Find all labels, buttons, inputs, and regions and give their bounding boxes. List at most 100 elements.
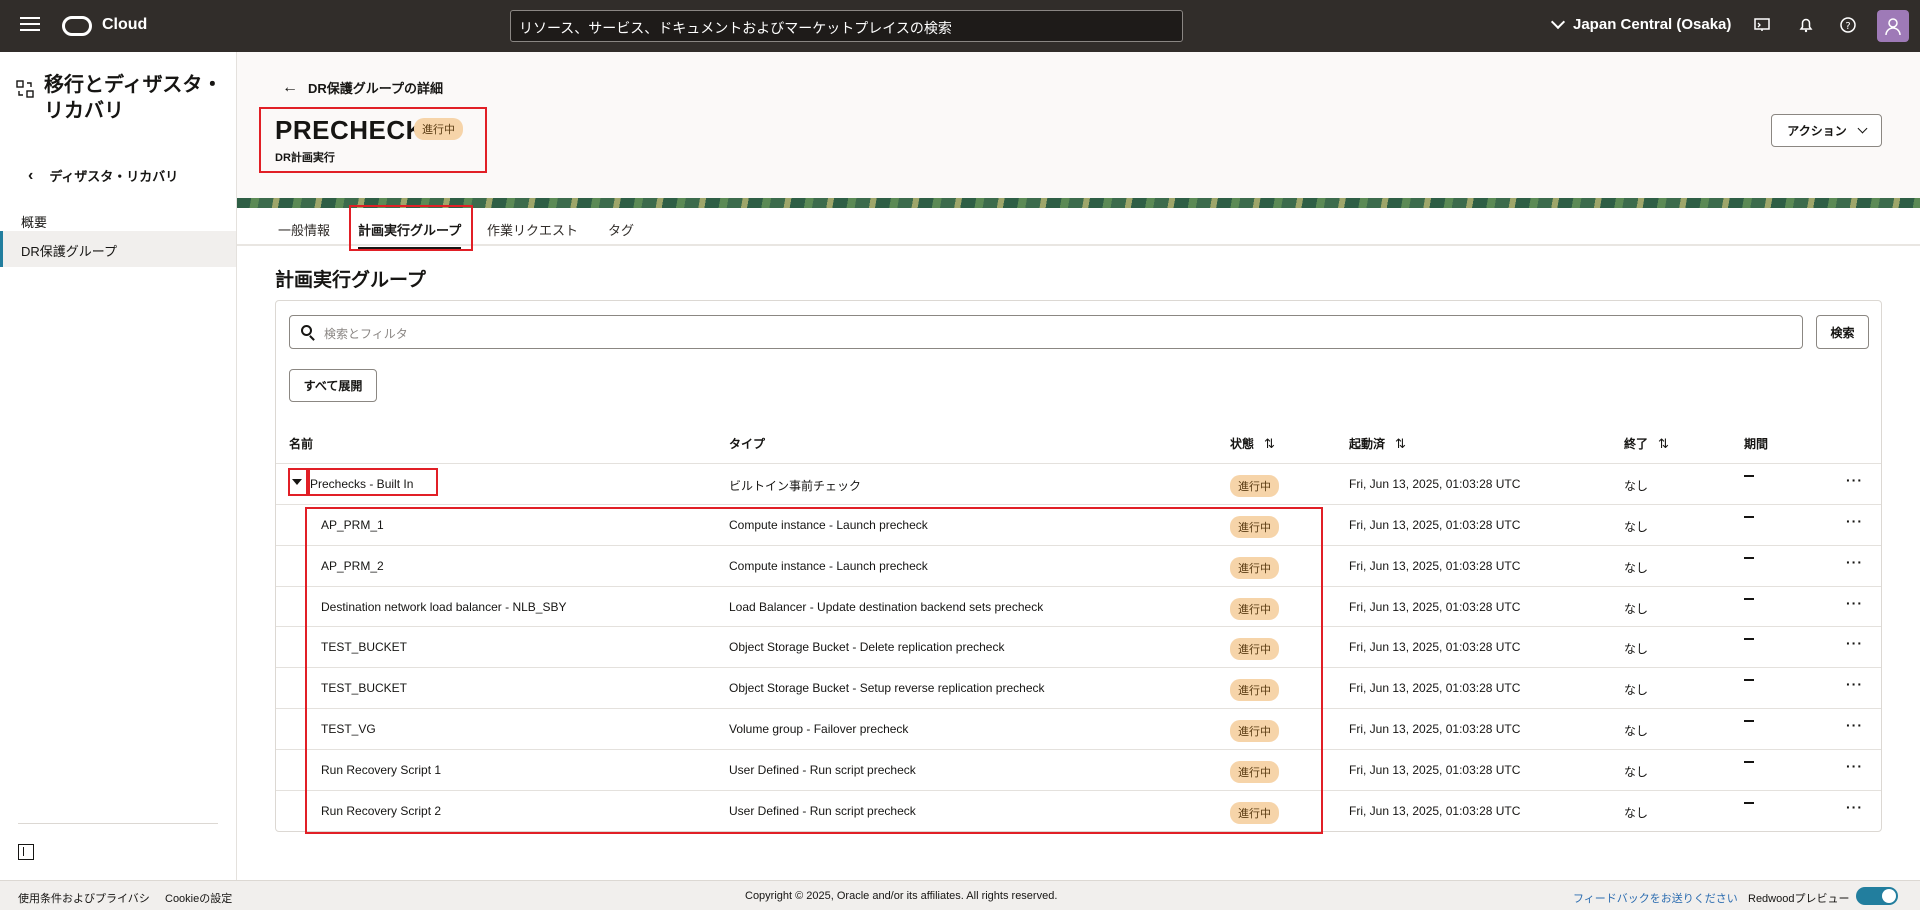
cell-type: ビルトイン事前チェック [729, 479, 862, 493]
avatar[interactable] [1877, 10, 1909, 42]
cell-duration-dash [1744, 802, 1754, 804]
cell-duration-dash [1744, 679, 1754, 681]
breadcrumb-label: DR保護グループの詳細 [308, 81, 443, 96]
more-options-icon[interactable]: ··· [1846, 799, 1863, 815]
cell-started: Fri, Jun 13, 2025, 01:03:28 UTC [1349, 600, 1521, 614]
cell-started: Fri, Jun 13, 2025, 01:03:28 UTC [1349, 640, 1521, 654]
chevron-down-icon [1550, 14, 1566, 29]
cell-ended: なし [1624, 806, 1649, 820]
highlight-box-tab [349, 205, 473, 251]
redwood-preview-toggle[interactable] [1856, 887, 1898, 905]
cell-ended: なし [1624, 520, 1649, 534]
oracle-logo-icon[interactable] [62, 16, 92, 36]
cell-ended: なし [1624, 602, 1649, 616]
table-row-group[interactable]: Prechecks - Built In ビルトイン事前チェック 進行中 Fri… [276, 463, 1881, 504]
arrow-left-icon: ← [282, 78, 298, 96]
column-header-name: 名前 [289, 437, 314, 451]
region-selector[interactable]: Japan Central (Osaka) [1550, 14, 1732, 33]
cell-ended: なし [1624, 683, 1649, 697]
svg-text:?: ? [1845, 21, 1850, 32]
region-label: Japan Central (Osaka) [1573, 16, 1732, 33]
cloud-shell-icon[interactable] [1752, 16, 1772, 36]
filter-input[interactable]: 検索とフィルタ [289, 315, 1803, 349]
cell-ended: なし [1624, 561, 1649, 575]
cell-ended: なし [1624, 642, 1649, 656]
highlight-box-title [259, 107, 487, 173]
cell-started: Fri, Jun 13, 2025, 01:03:28 UTC [1349, 804, 1521, 818]
cell-started: Fri, Jun 13, 2025, 01:03:28 UTC [1349, 681, 1521, 695]
cell-started: Fri, Jun 13, 2025, 01:03:28 UTC [1349, 722, 1521, 736]
cell-ended: なし [1624, 765, 1649, 779]
cell-duration-dash [1744, 720, 1754, 722]
cell-ended: なし [1624, 724, 1649, 738]
tab-bar: 一般情報 計画実行グループ 作業リクエスト タグ [237, 208, 1920, 250]
sidebar-item-dr-protection-groups[interactable]: DR保護グループ [0, 231, 236, 267]
sidebar-back-label: ディザスタ・リカバリ [49, 169, 179, 184]
cell-duration-dash [1744, 598, 1754, 600]
more-options-icon[interactable]: ··· [1846, 635, 1863, 651]
cell-started: Fri, Jun 13, 2025, 01:03:28 UTC [1349, 559, 1521, 573]
search-button[interactable]: 検索 [1816, 315, 1869, 349]
page-header [237, 52, 1920, 200]
footer: 使用条件およびプライバシ Cookieの設定 Copyright © 2025,… [0, 880, 1920, 910]
more-options-icon[interactable]: ··· [1846, 717, 1863, 733]
chevron-left-icon: ‹ [28, 166, 34, 184]
sidebar: 移行とディザスタ・リカバリ ‹ ディザスタ・リカバリ 概要 DR保護グループ [0, 52, 237, 880]
more-options-icon[interactable]: ··· [1846, 676, 1863, 692]
chevron-down-icon [1857, 123, 1868, 134]
status-badge: 進行中 [1230, 475, 1279, 497]
sort-icon[interactable]: ⇅ [1395, 436, 1406, 452]
filter-placeholder: 検索とフィルタ [324, 327, 408, 341]
actions-button[interactable]: アクション [1771, 114, 1882, 147]
decorative-banner [237, 198, 1920, 208]
column-header-ended[interactable]: 終了 ⇅ [1624, 435, 1669, 452]
global-search-input[interactable]: リソース、サービス、ドキュメントおよびマーケットプレイスの検索 [510, 10, 1183, 42]
more-options-icon[interactable]: ··· [1846, 758, 1863, 774]
sort-icon[interactable]: ⇅ [1658, 436, 1669, 452]
sidebar-header: 移行とディザスタ・リカバリ [16, 72, 224, 124]
cell-duration-dash [1744, 638, 1754, 640]
breadcrumb[interactable]: ← DR保護グループの詳細 [282, 78, 443, 97]
sidebar-back-link[interactable]: ‹ ディザスタ・リカバリ [28, 166, 178, 185]
copyright-text: Copyright © 2025, Oracle and/or its affi… [745, 890, 1058, 902]
sidebar-divider [18, 823, 218, 824]
bell-icon[interactable] [1796, 16, 1816, 36]
column-header-status[interactable]: 状態 ⇅ [1230, 435, 1275, 452]
column-header-duration: 期間 [1744, 437, 1769, 451]
sidebar-title: 移行とディザスタ・リカバリ [44, 74, 223, 122]
section-title: 計画実行グループ [275, 270, 426, 291]
cell-duration-dash [1744, 761, 1754, 763]
more-options-icon[interactable]: ··· [1846, 513, 1863, 529]
brand-label[interactable]: Cloud [102, 16, 147, 34]
tab-work-requests[interactable]: 作業リクエスト [487, 220, 578, 239]
tab-general-info[interactable]: 一般情報 [278, 220, 330, 239]
cell-duration-dash [1744, 516, 1754, 518]
more-options-icon[interactable]: ··· [1846, 554, 1863, 570]
highlight-box-group-name [308, 468, 438, 496]
sort-icon[interactable]: ⇅ [1264, 436, 1275, 452]
redwood-preview-label: Redwoodプレビュー [1748, 893, 1850, 905]
collapse-sidebar-icon[interactable] [18, 844, 34, 860]
actions-label: アクション [1787, 124, 1847, 138]
top-bar: Cloud リソース、サービス、ドキュメントおよびマーケットプレイスの検索 Ja… [0, 0, 1920, 52]
cell-duration-dash [1744, 475, 1754, 477]
cell-ended: なし [1624, 479, 1649, 493]
cell-duration-dash [1744, 557, 1754, 559]
search-icon [301, 325, 312, 336]
more-options-icon[interactable]: ··· [1846, 595, 1863, 611]
cookie-settings-link[interactable]: Cookieの設定 [165, 890, 232, 906]
help-icon[interactable]: ? [1838, 16, 1858, 36]
tab-tags[interactable]: タグ [608, 220, 634, 239]
migration-icon [16, 80, 34, 124]
column-header-started[interactable]: 起動済 ⇅ [1349, 435, 1406, 452]
cell-started: Fri, Jun 13, 2025, 01:03:28 UTC [1349, 518, 1521, 532]
menu-icon[interactable] [20, 17, 40, 35]
highlight-box-caret [288, 468, 308, 496]
terms-link[interactable]: 使用条件およびプライバシ [18, 890, 150, 906]
expand-all-button[interactable]: すべて展開 [289, 369, 377, 402]
column-header-type: タイプ [729, 437, 766, 451]
cell-started: Fri, Jun 13, 2025, 01:03:28 UTC [1349, 763, 1521, 777]
cell-started: Fri, Jun 13, 2025, 01:03:28 UTC [1349, 477, 1521, 491]
more-options-icon[interactable]: ··· [1846, 472, 1863, 488]
feedback-link[interactable]: フィードバックをお送りください [1573, 890, 1738, 906]
